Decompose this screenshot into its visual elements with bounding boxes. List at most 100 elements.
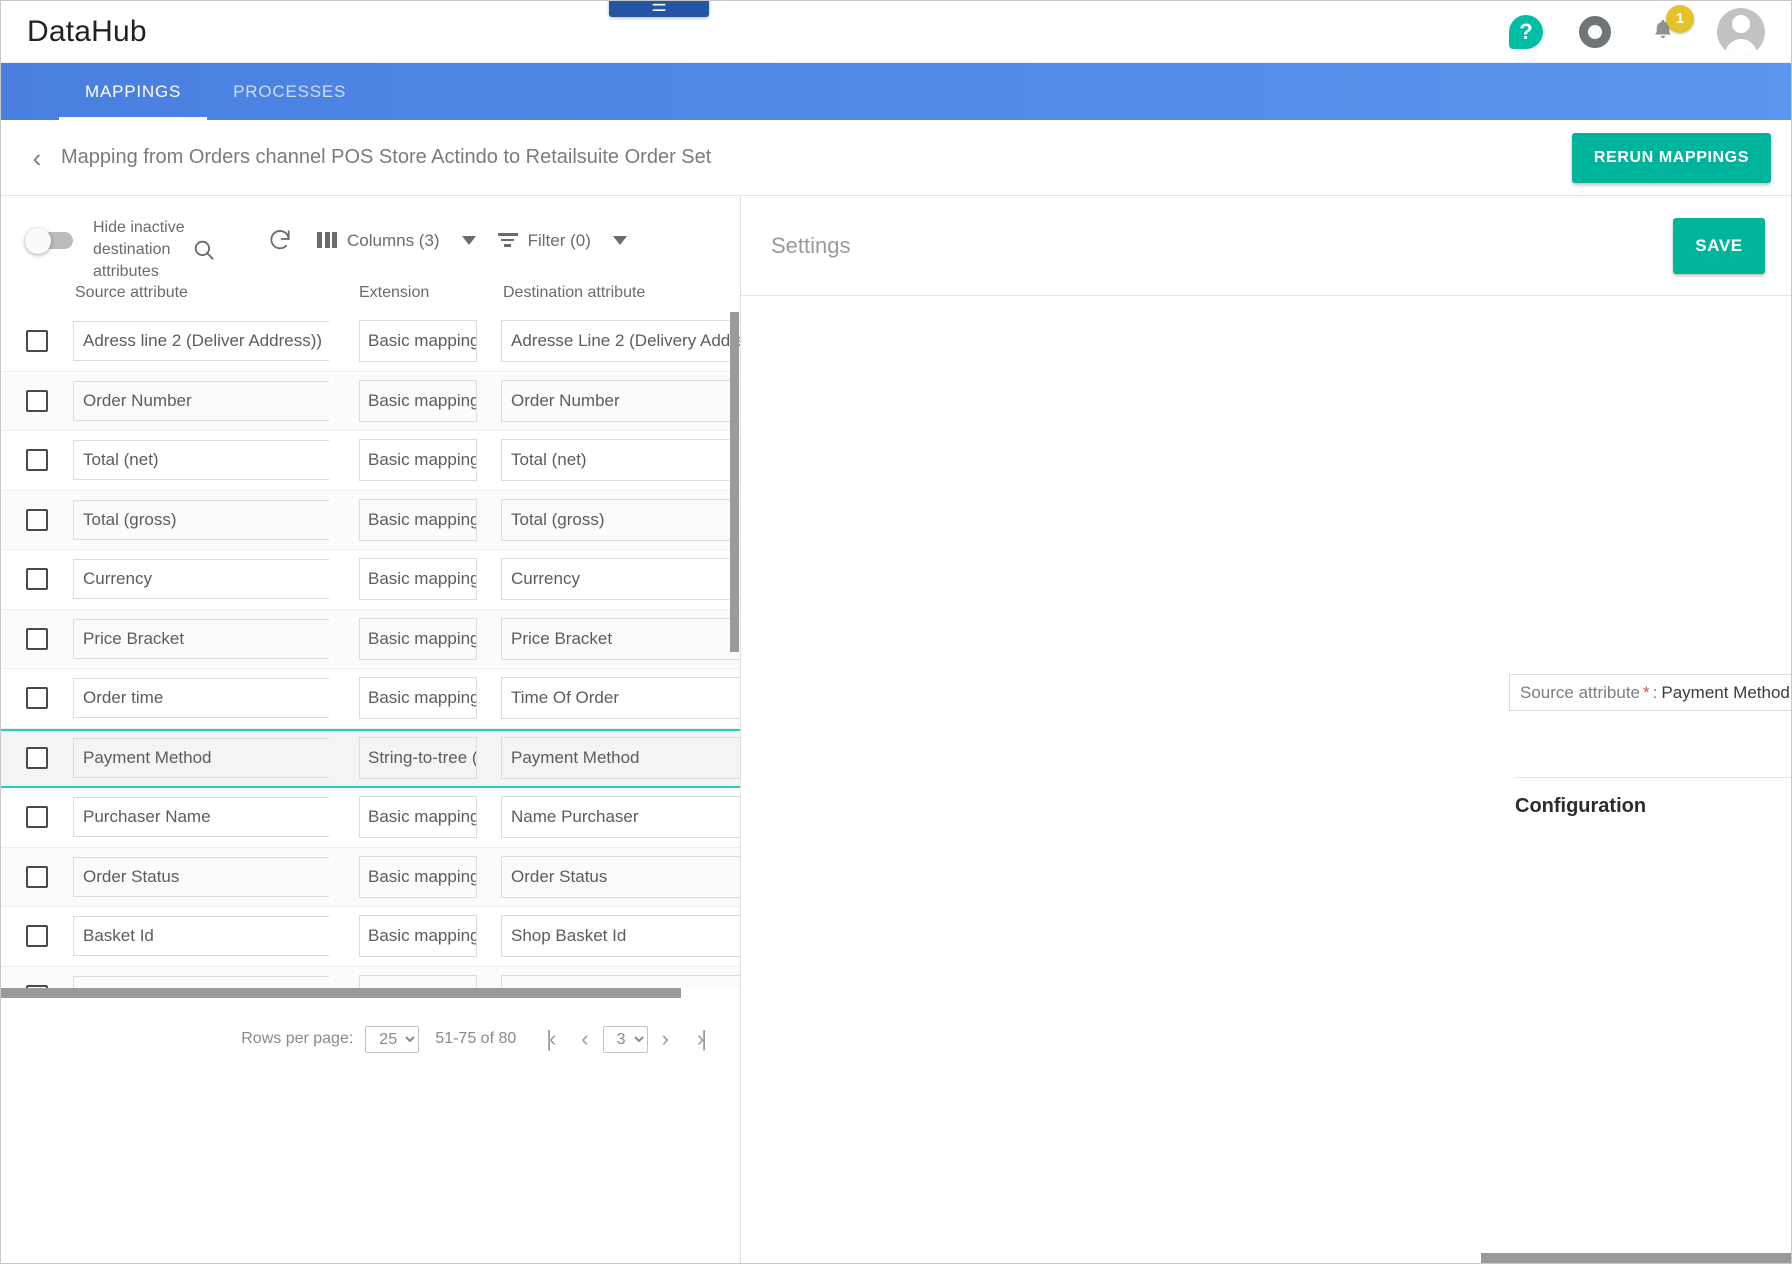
back-chevron-icon[interactable]: ‹ [23, 145, 51, 171]
destination-attribute-cell[interactable]: Order Status [501, 855, 740, 898]
extension-cell[interactable]: Basic mapping [359, 855, 477, 898]
table-row[interactable]: Total (gross) Basic mapping Total (gross) [1, 490, 740, 550]
table-row[interactable]: Order time Basic mapping Time Of Order [1, 669, 740, 729]
last-page-button[interactable]: ›| [683, 1028, 718, 1050]
table-row[interactable]: Order Status Basic mapping Order Status [1, 847, 740, 907]
filter-button[interactable]: Filter (0) [497, 230, 591, 251]
table-vertical-scrollbar[interactable] [730, 312, 739, 998]
row-checkbox[interactable] [26, 687, 48, 710]
row-checkbox[interactable] [26, 747, 48, 770]
destination-attribute-cell[interactable]: Order Number [501, 379, 740, 422]
source-attribute-separator: : [1652, 682, 1658, 702]
destination-attribute-cell[interactable]: Total (net) [501, 439, 740, 482]
extension-cell[interactable]: Basic mapping [359, 439, 477, 482]
help-button[interactable]: ? [1509, 14, 1543, 49]
columns-icon [317, 232, 337, 248]
destination-attribute-cell[interactable]: Price Bracket [501, 617, 740, 660]
first-page-button[interactable]: |‹ [532, 1028, 567, 1050]
source-attribute-text: Price Bracket [83, 628, 185, 648]
extension-cell[interactable]: Basic mapping [359, 498, 477, 541]
rows-per-page-select[interactable]: 25 [365, 1025, 420, 1053]
columns-button[interactable]: Columns (3) [317, 230, 440, 251]
hide-inactive-toggle-label: Hide inactive destination attributes [93, 219, 185, 280]
previous-page-button[interactable]: ‹ [567, 1028, 602, 1050]
row-checkbox[interactable] [26, 330, 48, 353]
row-checkbox[interactable] [26, 925, 48, 948]
source-attribute-cell[interactable]: Purchaser Name [73, 797, 329, 838]
extension-cell[interactable]: Basic mapping [359, 796, 477, 839]
menu-button[interactable]: ☰ [609, 1, 709, 17]
tab-processes[interactable]: PROCESSES [207, 63, 372, 120]
settings-horizontal-scrollbar[interactable] [1481, 1253, 1791, 1263]
source-attribute-cell[interactable]: Order time [73, 678, 329, 719]
extension-cell[interactable]: Basic mapping [359, 915, 477, 958]
source-attribute-cell[interactable]: Adress line 2 (Deliver Address)) [73, 321, 329, 362]
source-attribute-text: Order Status [83, 866, 180, 886]
row-checkbox[interactable] [26, 568, 48, 591]
row-checkbox[interactable] [26, 508, 48, 531]
columns-dropdown-caret-icon[interactable] [461, 235, 476, 245]
table-row[interactable]: Currency Basic mapping Currency [1, 550, 740, 610]
extension-cell[interactable]: Basic mapping [359, 379, 477, 422]
rows-per-page-label: Rows per page: [241, 1030, 354, 1047]
destination-attribute-cell[interactable]: Payment Method [501, 737, 740, 780]
row-checkbox[interactable] [26, 627, 48, 650]
table-row[interactable]: Payment Method String-to-tree (\ Payment M… [1, 728, 740, 788]
table-row[interactable]: Total (net) Basic mapping Total (net) [1, 431, 740, 491]
extension-text: Basic mapping [368, 450, 477, 470]
table-row[interactable]: Order Number Basic mapping Order Number [1, 371, 740, 431]
next-page-button[interactable]: › [648, 1028, 683, 1050]
filter-dropdown-caret-icon[interactable] [612, 235, 627, 245]
refresh-button[interactable] [267, 227, 293, 253]
settings-title: Settings [771, 232, 851, 258]
row-checkbox[interactable] [26, 389, 48, 412]
destination-attribute-cell[interactable]: Name Purchaser [501, 796, 740, 839]
notifications-button[interactable]: 1 [1647, 4, 1694, 50]
row-checkbox[interactable] [26, 865, 48, 888]
user-menu-button[interactable] [1717, 7, 1765, 56]
extension-cell[interactable]: Basic mapping [359, 320, 477, 363]
row-checkbox[interactable] [26, 449, 48, 472]
save-button[interactable]: SAVE [1673, 217, 1765, 274]
destination-attribute-cell[interactable]: Total (gross) [501, 498, 740, 541]
destination-attribute-cell[interactable]: Adresse Line 2 (Delivery Addre [501, 320, 740, 363]
hide-inactive-toggle[interactable] [23, 228, 73, 254]
vertical-scroll-thumb[interactable] [730, 312, 739, 652]
rerun-mappings-button[interactable]: RERUN MAPPINGS [1571, 132, 1771, 183]
table-row[interactable]: Purchaser Name Basic mapping Name Purchase… [1, 788, 740, 848]
extension-cell[interactable]: Basic mapping [359, 558, 477, 601]
source-attribute-cell[interactable]: Order Number [73, 380, 329, 421]
extension-text: Basic mapping [368, 509, 477, 529]
destination-attribute-cell[interactable]: Time Of Order [501, 677, 740, 720]
tab-mappings[interactable]: MAPPINGS [59, 63, 208, 120]
page-number-select[interactable]: 3 [602, 1025, 648, 1053]
table-row[interactable]: Adress line 2 (Deliver Address)) Basic ma… [1, 312, 740, 372]
source-attribute-cell[interactable]: Total (gross) [73, 499, 329, 540]
status-ring-button[interactable] [1579, 15, 1611, 48]
destination-attribute-cell[interactable]: Currency [501, 558, 740, 601]
destination-attribute-cell[interactable]: Shop Basket Id [501, 915, 740, 958]
settings-scroll-thumb[interactable] [1481, 1253, 1791, 1263]
source-attribute-cell[interactable]: Currency [73, 559, 329, 600]
extension-cell[interactable]: Basic mapping [359, 677, 477, 720]
table-horizontal-scrollbar[interactable] [1, 988, 740, 998]
horizontal-scroll-thumb[interactable] [1, 988, 681, 998]
row-checkbox-cell [1, 687, 73, 710]
destination-attribute-text: Time Of Order [511, 688, 619, 708]
table-row[interactable]: Basket Id Basic mapping Shop Basket Id [1, 907, 740, 967]
avatar-body [1725, 38, 1757, 56]
search-icon[interactable] [191, 237, 217, 263]
source-attribute-select[interactable]: Source attribute * : Payment Method [1509, 674, 1791, 711]
source-attribute-cell[interactable]: Total (net) [73, 440, 329, 481]
table-row[interactable]: Price Bracket Basic mapping Price Bracket [1, 609, 740, 669]
source-attribute-cell[interactable]: Order Status [73, 856, 329, 897]
row-checkbox[interactable] [26, 806, 48, 829]
source-attribute-cell[interactable]: Payment Method [73, 738, 329, 779]
source-attribute-text: Payment Method [83, 748, 212, 768]
extension-cell[interactable]: Basic mapping [359, 617, 477, 660]
source-attribute-cell[interactable]: Basket Id [73, 916, 329, 957]
source-attribute-cell[interactable]: Price Bracket [73, 618, 329, 659]
extension-text: String-to-tree (\ [368, 748, 477, 768]
extension-text: Basic mapping [368, 866, 477, 886]
extension-cell[interactable]: String-to-tree (\ [359, 737, 477, 780]
